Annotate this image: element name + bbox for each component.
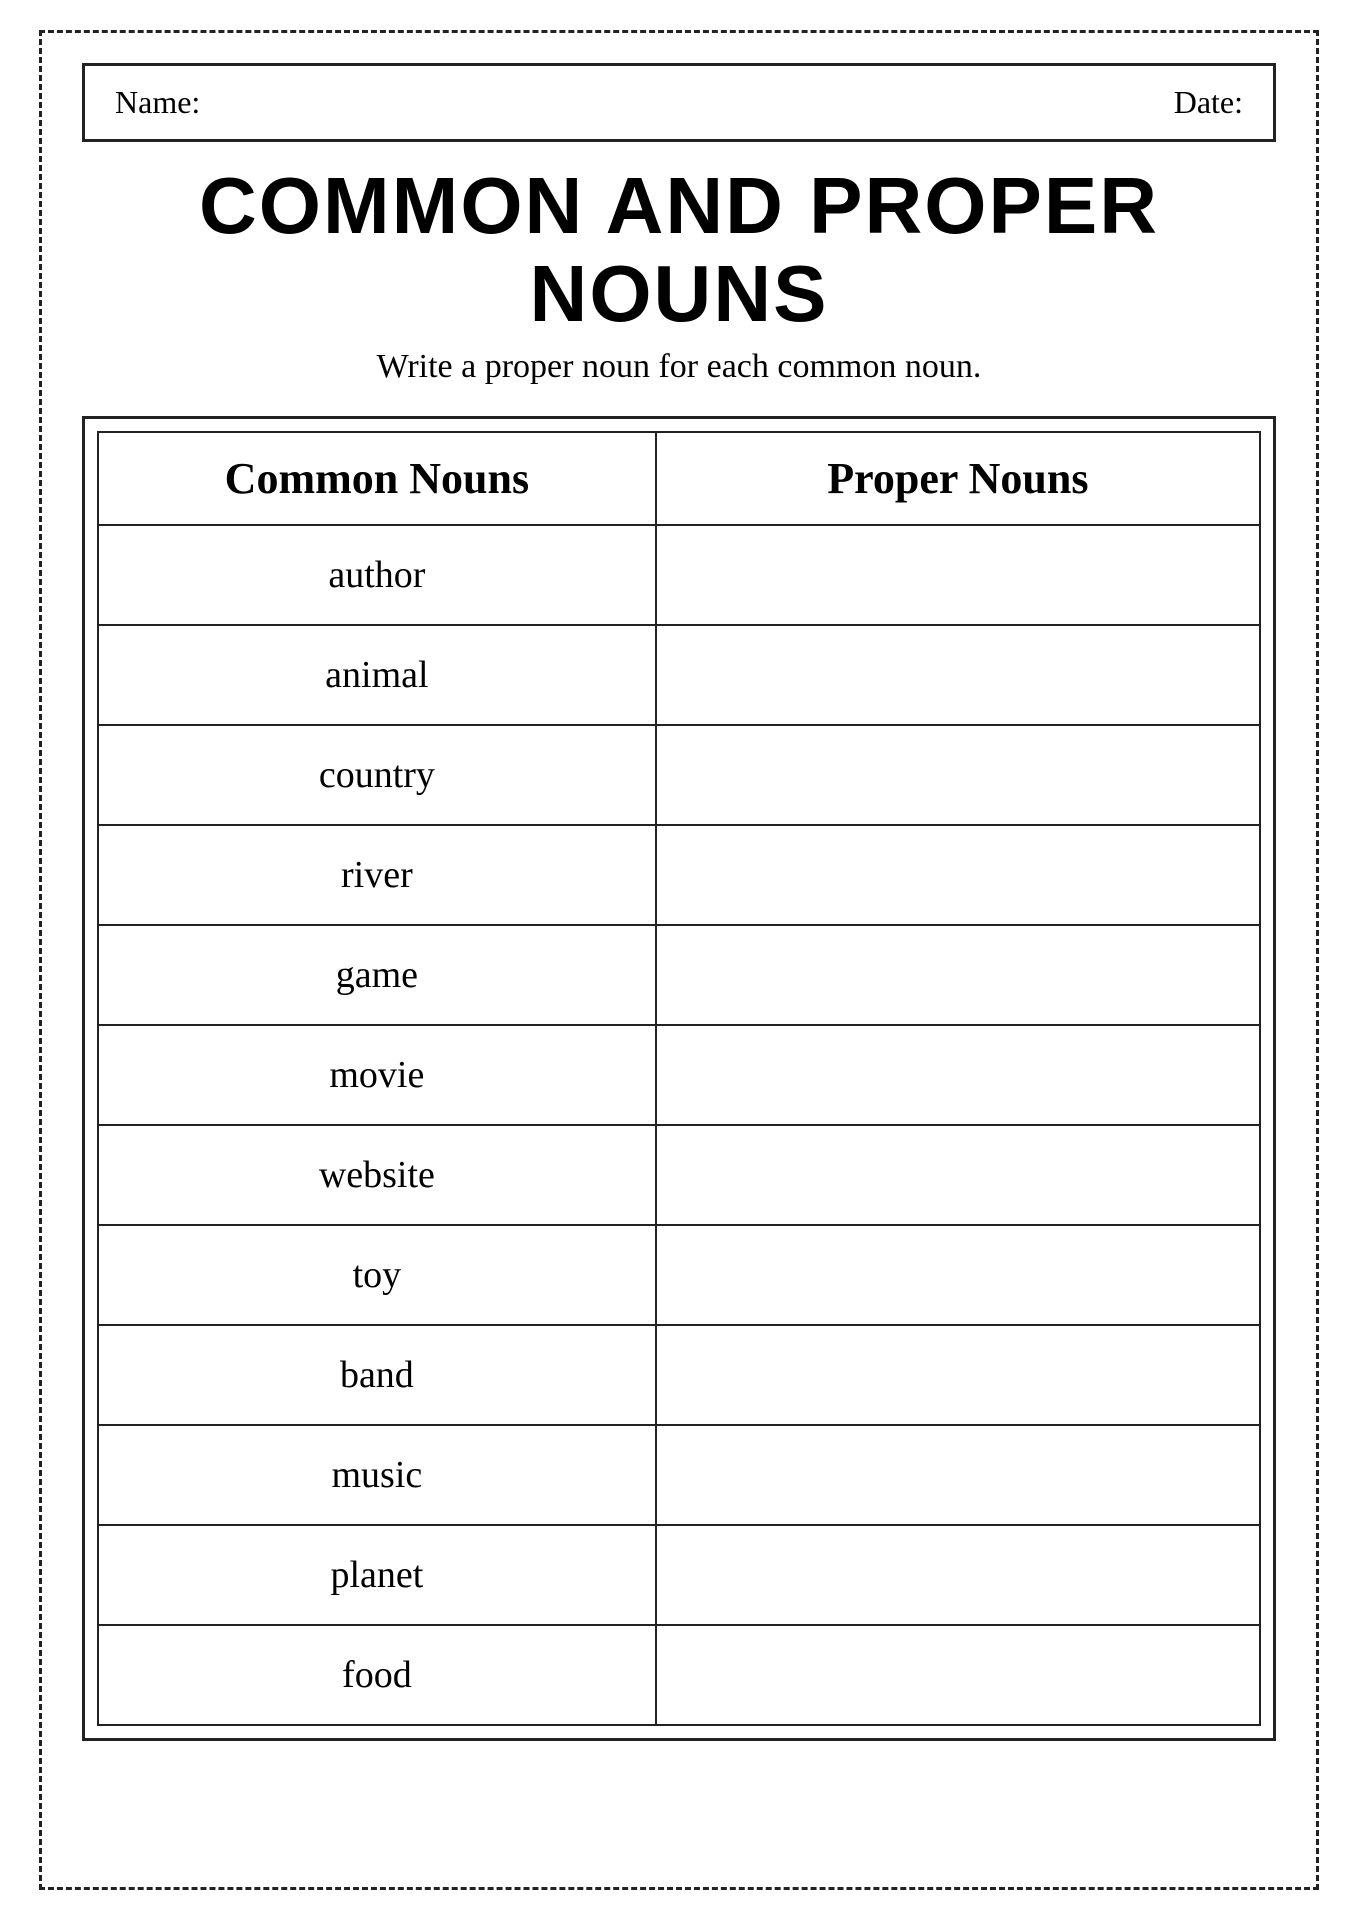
common-noun-cell: country: [98, 725, 656, 825]
table-row: toy: [98, 1225, 1260, 1325]
common-noun-cell: toy: [98, 1225, 656, 1325]
name-label: Name:: [115, 84, 200, 121]
page: Name: Date: COMMON AND PROPER NOUNS Writ…: [39, 30, 1319, 1890]
common-noun-cell: band: [98, 1325, 656, 1425]
proper-noun-cell[interactable]: [656, 1625, 1260, 1725]
table-container: Common Nouns Proper Nouns authoranimalco…: [82, 416, 1276, 1741]
common-noun-cell: game: [98, 925, 656, 1025]
proper-noun-cell[interactable]: [656, 525, 1260, 625]
table-row: game: [98, 925, 1260, 1025]
table-row: river: [98, 825, 1260, 925]
date-label: Date:: [1174, 84, 1243, 121]
table-row: food: [98, 1625, 1260, 1725]
proper-noun-cell[interactable]: [656, 825, 1260, 925]
common-noun-cell: food: [98, 1625, 656, 1725]
nouns-table: Common Nouns Proper Nouns authoranimalco…: [97, 431, 1261, 1726]
proper-noun-cell[interactable]: [656, 925, 1260, 1025]
page-title: COMMON AND PROPER NOUNS: [82, 162, 1276, 338]
common-noun-cell: website: [98, 1125, 656, 1225]
table-row: music: [98, 1425, 1260, 1525]
proper-noun-cell[interactable]: [656, 1525, 1260, 1625]
proper-noun-cell[interactable]: [656, 1125, 1260, 1225]
common-noun-cell: music: [98, 1425, 656, 1525]
proper-noun-cell[interactable]: [656, 725, 1260, 825]
proper-noun-cell[interactable]: [656, 1425, 1260, 1525]
table-row: animal: [98, 625, 1260, 725]
header-box: Name: Date:: [82, 63, 1276, 142]
common-noun-cell: animal: [98, 625, 656, 725]
table-row: planet: [98, 1525, 1260, 1625]
page-subtitle: Write a proper noun for each common noun…: [82, 348, 1276, 386]
common-noun-cell: author: [98, 525, 656, 625]
table-row: author: [98, 525, 1260, 625]
proper-noun-cell[interactable]: [656, 1225, 1260, 1325]
common-noun-cell: movie: [98, 1025, 656, 1125]
table-row: movie: [98, 1025, 1260, 1125]
common-noun-cell: river: [98, 825, 656, 925]
table-row: band: [98, 1325, 1260, 1425]
col-common-header: Common Nouns: [98, 432, 656, 525]
table-row: country: [98, 725, 1260, 825]
col-proper-header: Proper Nouns: [656, 432, 1260, 525]
proper-noun-cell[interactable]: [656, 1025, 1260, 1125]
table-row: website: [98, 1125, 1260, 1225]
common-noun-cell: planet: [98, 1525, 656, 1625]
table-header-row: Common Nouns Proper Nouns: [98, 432, 1260, 525]
proper-noun-cell[interactable]: [656, 625, 1260, 725]
proper-noun-cell[interactable]: [656, 1325, 1260, 1425]
